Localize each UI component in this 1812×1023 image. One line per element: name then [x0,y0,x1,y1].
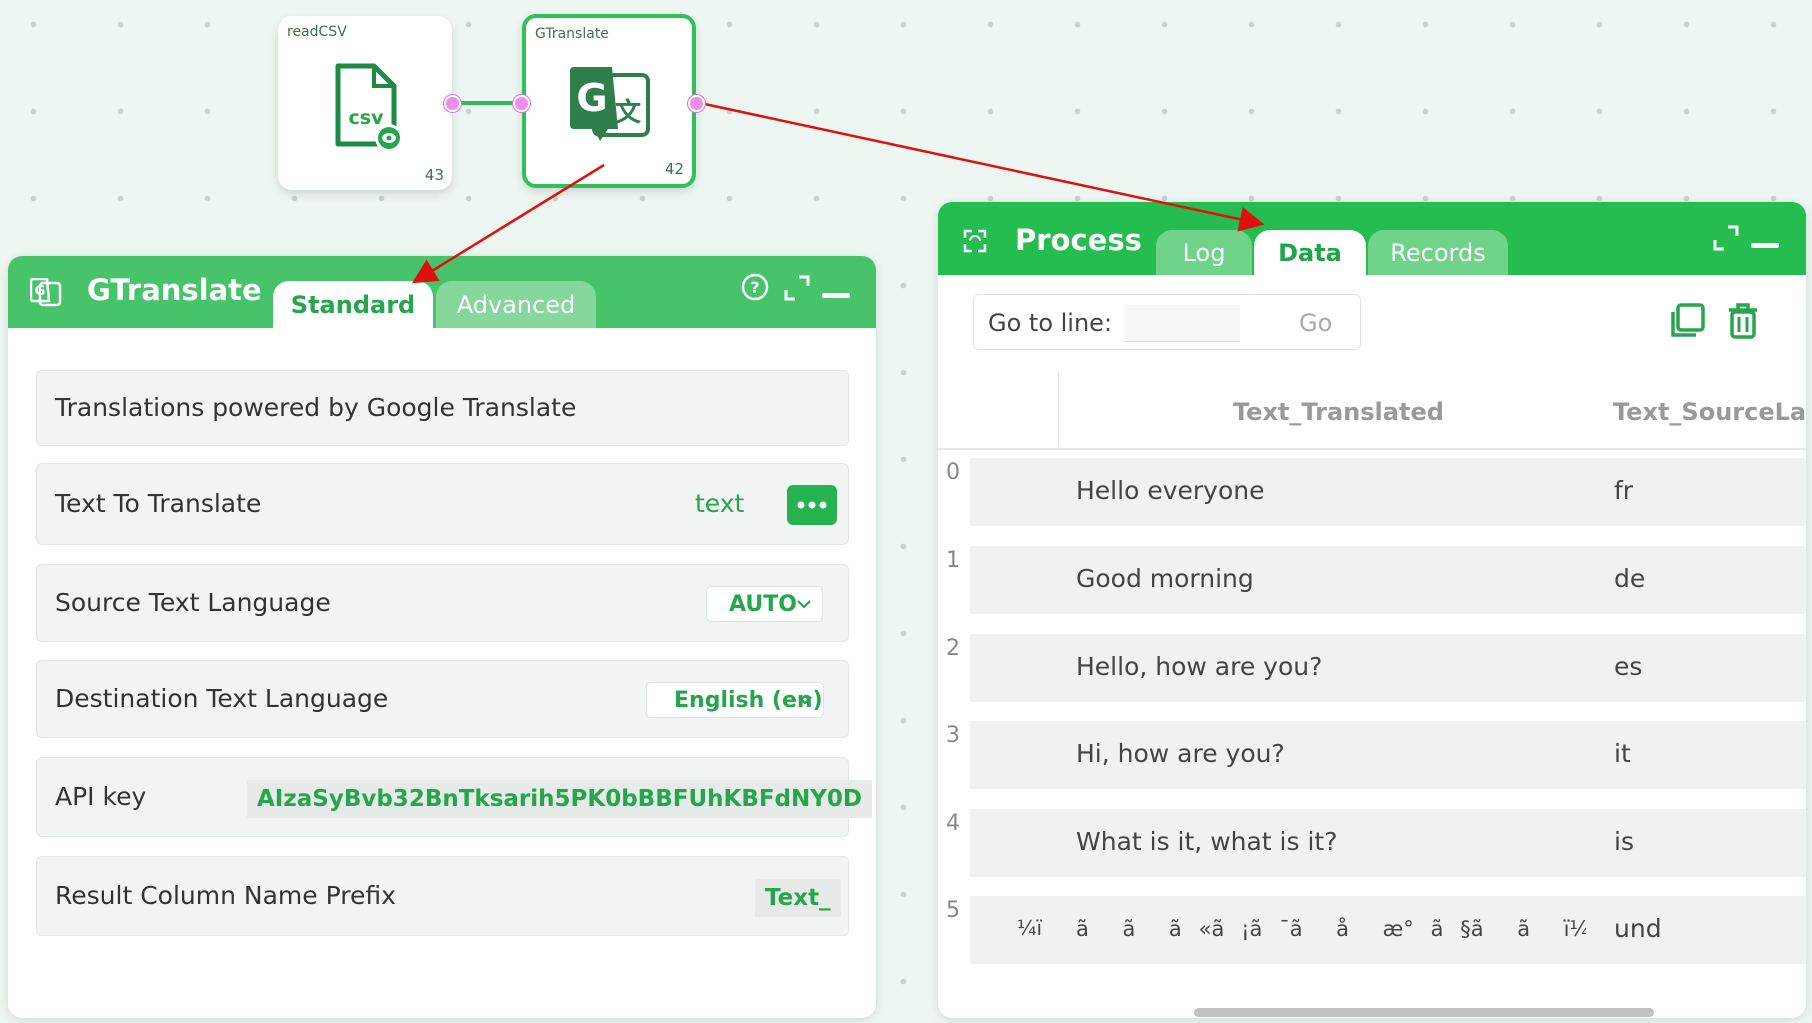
column-header[interactable]: Text_SourceLan [1613,398,1806,426]
field-label: Text To Translate [55,489,262,518]
node-title: GTranslate [535,26,609,42]
goto-line-input[interactable] [1124,305,1240,342]
table-row[interactable]: 4 What is it, what is it? is [938,809,1806,879]
node-record-count: 43 [424,166,444,184]
readcsv-node[interactable]: readCSV csv 43 [278,16,452,190]
select-value: AUTO [729,591,797,617]
chevron-down-icon [798,696,812,705]
row-index: 0 [946,460,960,485]
field-label: Destination Text Language [55,684,389,713]
row-index: 5 [946,898,960,923]
translated-cell: Good morning [1076,564,1254,593]
csv-file-icon: csv [334,62,404,158]
tab-log[interactable]: Log [1156,230,1252,275]
svg-text:?: ? [750,278,759,297]
translated-cell: ããã«ã¡ã¯ãå æ°ã§ããï¼ [1076,917,1586,941]
maximize-icon[interactable] [1712,224,1740,256]
info-text: Translations powered by Google Translate [55,393,577,422]
gtranslate-panel: G GTranslate Standard Advanced ? Transla… [8,256,876,1018]
ellipsis-icon [797,501,827,509]
source-lang-cell: it [1614,739,1631,768]
api-key-row: API key AIzaSyBvb32BnTksarih5PK0bBBFUhKB… [36,757,873,837]
header-divider [1058,372,1059,446]
field-label: API key [55,782,147,811]
horizontal-scrollbar[interactable] [1194,1008,1654,1017]
translated-cell: What is it, what is it? [1076,827,1338,856]
row-index: 1 [946,548,960,573]
google-translate-icon: G [29,277,62,312]
tab-standard[interactable]: Standard [273,281,433,328]
row-index: 4 [946,811,960,836]
gtranslate-input-port[interactable] [513,95,530,112]
panel-header: G GTranslate Standard Advanced ? [8,256,876,328]
source-lang-cell: es [1614,652,1643,681]
help-icon[interactable]: ? [740,272,770,306]
source-lang-cell: fr [1614,476,1634,505]
source-lang-cell: is [1614,827,1634,856]
data-table-body: 0 Hello everyone fr 1 Good morning de 2 … [938,448,1806,1008]
tab-data[interactable]: Data [1254,230,1366,275]
panel-header: Process Log Data Records [938,202,1806,275]
column-header[interactable]: Text_Translated [1233,398,1444,426]
source-language-row: Source Text Language AUTO [36,564,849,642]
panel-title: Process [1015,223,1142,257]
go-button[interactable]: Go [1299,309,1332,337]
google-translate-icon: G 文 [568,65,654,149]
process-panel: Process Log Data Records Go to line: Go … [938,202,1806,1018]
panel-title: GTranslate [87,273,262,307]
info-row: Translations powered by Google Translate [36,370,849,446]
more-options-button[interactable] [787,485,837,525]
api-key-input[interactable]: AIzaSyBvb32BnTksarih5PK0bBBFUhKBFdNY0D [247,780,873,818]
translated-cell: Hello, how are you? [1076,652,1323,681]
gtranslate-output-port[interactable] [688,95,705,112]
minimize-icon[interactable] [1751,234,1779,253]
result-prefix-input[interactable]: Text_ [755,879,841,917]
process-icon [962,228,988,258]
source-lang-cell: de [1614,564,1646,593]
text-to-translate-row: Text To Translate text [36,463,849,545]
destination-language-select[interactable]: English (en) [646,682,824,718]
result-prefix-row: Result Column Name Prefix Text_ [36,856,849,936]
copy-icon[interactable] [1668,302,1706,344]
source-language-select[interactable]: AUTO [706,586,823,622]
table-row[interactable]: 5 ï¼ ããã«ã¡ã¯ãå æ°ã§ããï¼… [938,896,1806,966]
maximize-icon[interactable] [783,274,811,306]
field-label: Source Text Language [55,588,331,617]
svg-text:文: 文 [615,97,642,128]
table-header: Text_Translated Text_SourceLan [938,372,1806,450]
destination-language-row: Destination Text Language English (en) [36,660,849,738]
tab-advanced[interactable]: Advanced [436,281,596,328]
chevron-down-icon [797,600,811,609]
table-row[interactable]: 0 Hello everyone fr [938,458,1806,528]
table-row[interactable]: 2 Hello, how are you? es [938,634,1806,704]
minimize-icon[interactable] [822,284,850,303]
svg-text:G: G [35,284,46,299]
goto-line-label: Go to line: [988,309,1113,337]
translated-cell: Hello everyone [1076,476,1265,505]
text-column-value: text [695,489,745,518]
trash-icon[interactable] [1726,302,1760,344]
translated-cell: Hi, how are you? [1076,739,1285,768]
goto-line-box: Go to line: Go [973,294,1361,350]
table-row[interactable]: 1 Good morning de [938,546,1806,616]
gtranslate-node[interactable]: GTranslate G 文 42 [522,14,696,188]
svg-text:G: G [576,76,607,120]
svg-text:csv: csv [349,107,385,129]
readcsv-output-port[interactable] [444,95,461,112]
field-label: Result Column Name Prefix [55,881,396,910]
tab-records[interactable]: Records [1368,230,1508,275]
source-lang-cell: und [1614,914,1662,943]
row-index: 3 [946,723,960,748]
row-index: 2 [946,636,960,661]
node-title: readCSV [287,24,347,40]
table-row[interactable]: 3 Hi, how are you? it [938,721,1806,791]
truncated-cell: ï¼ [1017,916,1042,940]
node-record-count: 42 [664,160,684,178]
